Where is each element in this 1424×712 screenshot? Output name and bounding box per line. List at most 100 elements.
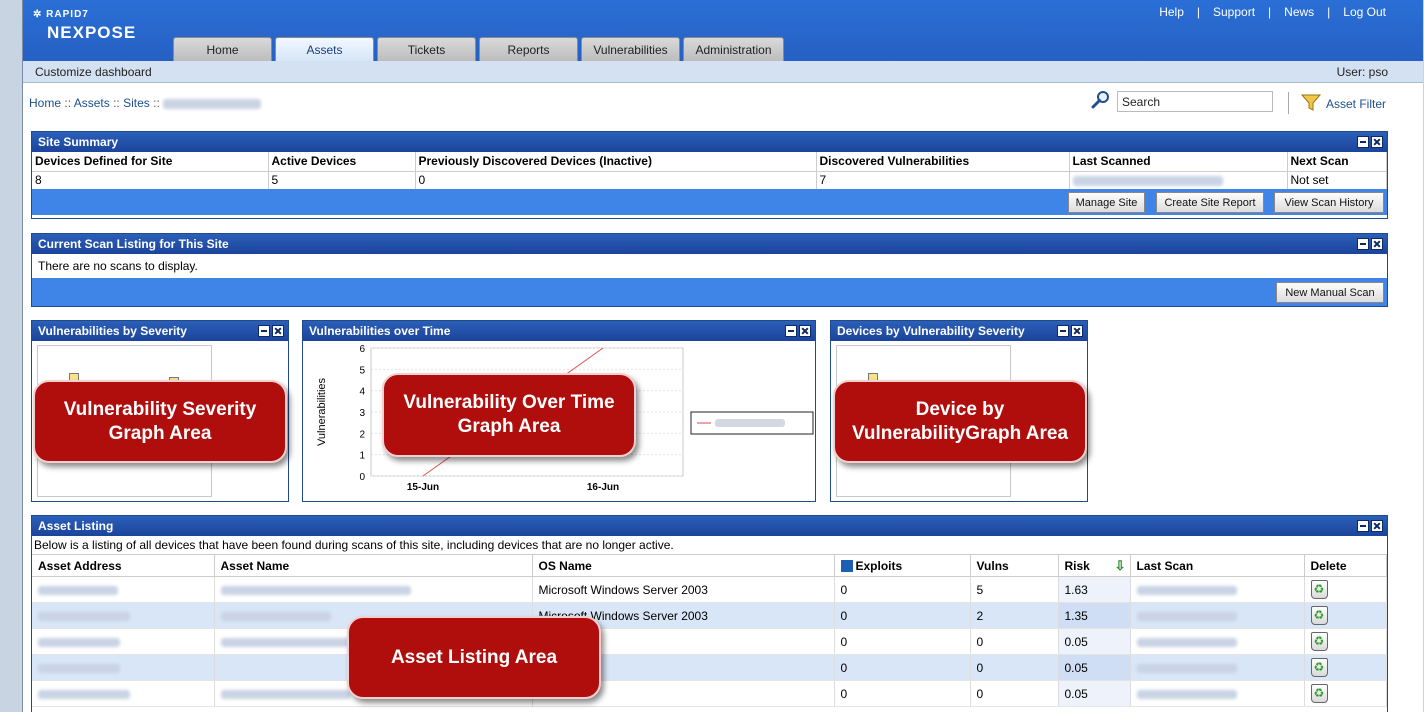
- breadcrumb-site-name-redacted[interactable]: [163, 98, 262, 109]
- panel-title: Asset Listing: [38, 519, 114, 533]
- discovered-vulns-value: 7: [816, 171, 1070, 189]
- risk-score: 0.05: [1058, 654, 1131, 681]
- search-icon[interactable]: [1091, 90, 1111, 110]
- close-icon[interactable]: [1371, 238, 1383, 250]
- y-tick-label: 4: [359, 387, 365, 398]
- exploits-count: 0: [834, 654, 971, 681]
- y-tick-label: 3: [359, 408, 365, 419]
- tab-vulnerabilities[interactable]: Vulnerabilities: [581, 37, 680, 61]
- trash-icon[interactable]: [1310, 632, 1328, 651]
- panel-header: Site Summary: [32, 132, 1387, 152]
- scan-listing-panel: Current Scan Listing for This Site There…: [31, 233, 1388, 307]
- create-site-report-button[interactable]: Create Site Report: [1156, 192, 1264, 213]
- column-header-delete: Delete: [1304, 554, 1387, 577]
- column-header-os-name[interactable]: OS Name: [532, 554, 835, 577]
- x-tick-label: 16-Jun: [587, 482, 619, 493]
- vulns-count: 5: [970, 576, 1059, 603]
- trash-icon[interactable]: [1310, 684, 1328, 703]
- column-header-asset-address[interactable]: Asset Address: [32, 554, 215, 577]
- minimize-icon[interactable]: [785, 325, 797, 337]
- column-header-risk[interactable]: Risk ⇩: [1058, 554, 1131, 577]
- minimize-icon[interactable]: [1057, 325, 1069, 337]
- column-header-exploits[interactable]: Exploits: [834, 554, 971, 577]
- callout-assets: Asset Listing Area: [347, 616, 601, 699]
- trash-icon[interactable]: [1310, 658, 1328, 677]
- vulns-count: 0: [970, 654, 1059, 681]
- top-bar: ✲ RAPID7 NEXPOSE Help | Support | News | Lo…: [23, 0, 1423, 61]
- asset-address-redacted[interactable]: [32, 654, 215, 681]
- panel-title: Vulnerabilities over Time: [309, 324, 451, 338]
- scan-listing-actions: New Manual Scan: [32, 278, 1387, 306]
- callout-over-time: Vulnerability Over Time Graph Area: [382, 373, 636, 457]
- news-link[interactable]: News: [1271, 5, 1327, 19]
- funnel-icon[interactable]: [1301, 93, 1321, 113]
- close-icon[interactable]: [1071, 325, 1083, 337]
- vulns-count: 2: [970, 602, 1059, 629]
- tab-home[interactable]: Home: [173, 37, 272, 61]
- column-header: Devices Defined for Site: [32, 152, 269, 172]
- breadcrumb-sites[interactable]: Sites: [123, 96, 150, 110]
- view-scan-history-button[interactable]: View Scan History: [1274, 192, 1384, 213]
- risk-score: 0.05: [1058, 680, 1131, 707]
- new-manual-scan-button[interactable]: New Manual Scan: [1276, 282, 1384, 303]
- breadcrumb-assets[interactable]: Assets: [74, 96, 110, 110]
- exploits-count: 0: [834, 628, 971, 655]
- asset-filter-link[interactable]: Asset Filter: [1326, 97, 1386, 111]
- panel-title: Devices by Vulnerability Severity: [837, 324, 1025, 338]
- tab-tickets[interactable]: Tickets: [377, 37, 476, 61]
- close-icon[interactable]: [799, 325, 811, 337]
- logout-link[interactable]: Log Out: [1330, 5, 1399, 19]
- column-header-vulns[interactable]: Vulns: [970, 554, 1059, 577]
- manage-site-button[interactable]: Manage Site: [1068, 192, 1145, 213]
- column-header: Next Scan: [1287, 152, 1387, 172]
- trash-icon[interactable]: [1310, 606, 1328, 625]
- nexpose-logo: NEXPOSE: [47, 23, 137, 42]
- help-link[interactable]: Help: [1146, 5, 1197, 19]
- panel-header: Vulnerabilities over Time: [303, 321, 815, 341]
- asset-address-redacted[interactable]: [32, 602, 215, 629]
- asset-address-redacted[interactable]: [32, 680, 215, 707]
- current-user: User: pso: [1336, 65, 1388, 79]
- tab-administration[interactable]: Administration: [683, 37, 784, 61]
- devices-defined-value: 8: [32, 171, 269, 189]
- close-icon[interactable]: [272, 325, 284, 337]
- table-row[interactable]: Microsoft Windows Server 2003 0 5 1.63: [32, 576, 1387, 603]
- asset-address-redacted[interactable]: [32, 576, 215, 603]
- delete-cell: [1304, 576, 1387, 603]
- panel-header: Current Scan Listing for This Site: [32, 234, 1387, 254]
- support-link[interactable]: Support: [1200, 5, 1268, 19]
- breadcrumb: Home :: Assets :: Sites ::: [29, 96, 262, 110]
- minimize-icon[interactable]: [258, 325, 270, 337]
- asset-address-redacted[interactable]: [32, 628, 215, 655]
- search-input[interactable]: [1117, 91, 1273, 112]
- column-header-asset-name[interactable]: Asset Name: [214, 554, 533, 577]
- site-summary-actions: Manage Site Create Site Report View Scan…: [32, 189, 1387, 215]
- minimize-icon[interactable]: [1357, 520, 1369, 532]
- table-row[interactable]: 0 0 0.05: [32, 628, 1387, 655]
- exploits-count: 0: [834, 576, 971, 603]
- panel-header: Asset Listing: [32, 516, 1387, 536]
- asset-name-redacted[interactable]: [214, 576, 533, 603]
- table-row[interactable]: Microsoft Windows Server 2003 0 2 1.35: [32, 602, 1387, 629]
- tab-assets[interactable]: Assets: [275, 37, 374, 61]
- site-summary-table: Devices Defined for Site Active Devices …: [32, 152, 1387, 189]
- panel-title: Current Scan Listing for This Site: [38, 237, 229, 251]
- customize-dashboard-link[interactable]: Customize dashboard: [35, 65, 152, 79]
- table-row[interactable]: 0 0 0.05: [32, 654, 1387, 681]
- vulns-count: 0: [970, 628, 1059, 655]
- table-row[interactable]: 0 0 0.05: [32, 680, 1387, 707]
- tab-reports[interactable]: Reports: [479, 37, 578, 61]
- trash-icon[interactable]: [1310, 580, 1328, 599]
- last-scan-redacted: [1130, 602, 1305, 629]
- column-header-last-scan[interactable]: Last Scan: [1130, 554, 1305, 577]
- risk-score: 0.05: [1058, 628, 1131, 655]
- close-icon[interactable]: [1371, 520, 1383, 532]
- close-icon[interactable]: [1371, 136, 1383, 148]
- exploits-count: 0: [834, 680, 971, 707]
- minimize-icon[interactable]: [1357, 238, 1369, 250]
- inactive-devices-value: 0: [415, 171, 817, 189]
- asset-listing-panel: Asset Listing Below is a listing of all …: [31, 515, 1388, 712]
- sort-descending-icon[interactable]: ⇩: [1115, 558, 1126, 574]
- breadcrumb-home[interactable]: Home: [29, 96, 61, 110]
- minimize-icon[interactable]: [1357, 136, 1369, 148]
